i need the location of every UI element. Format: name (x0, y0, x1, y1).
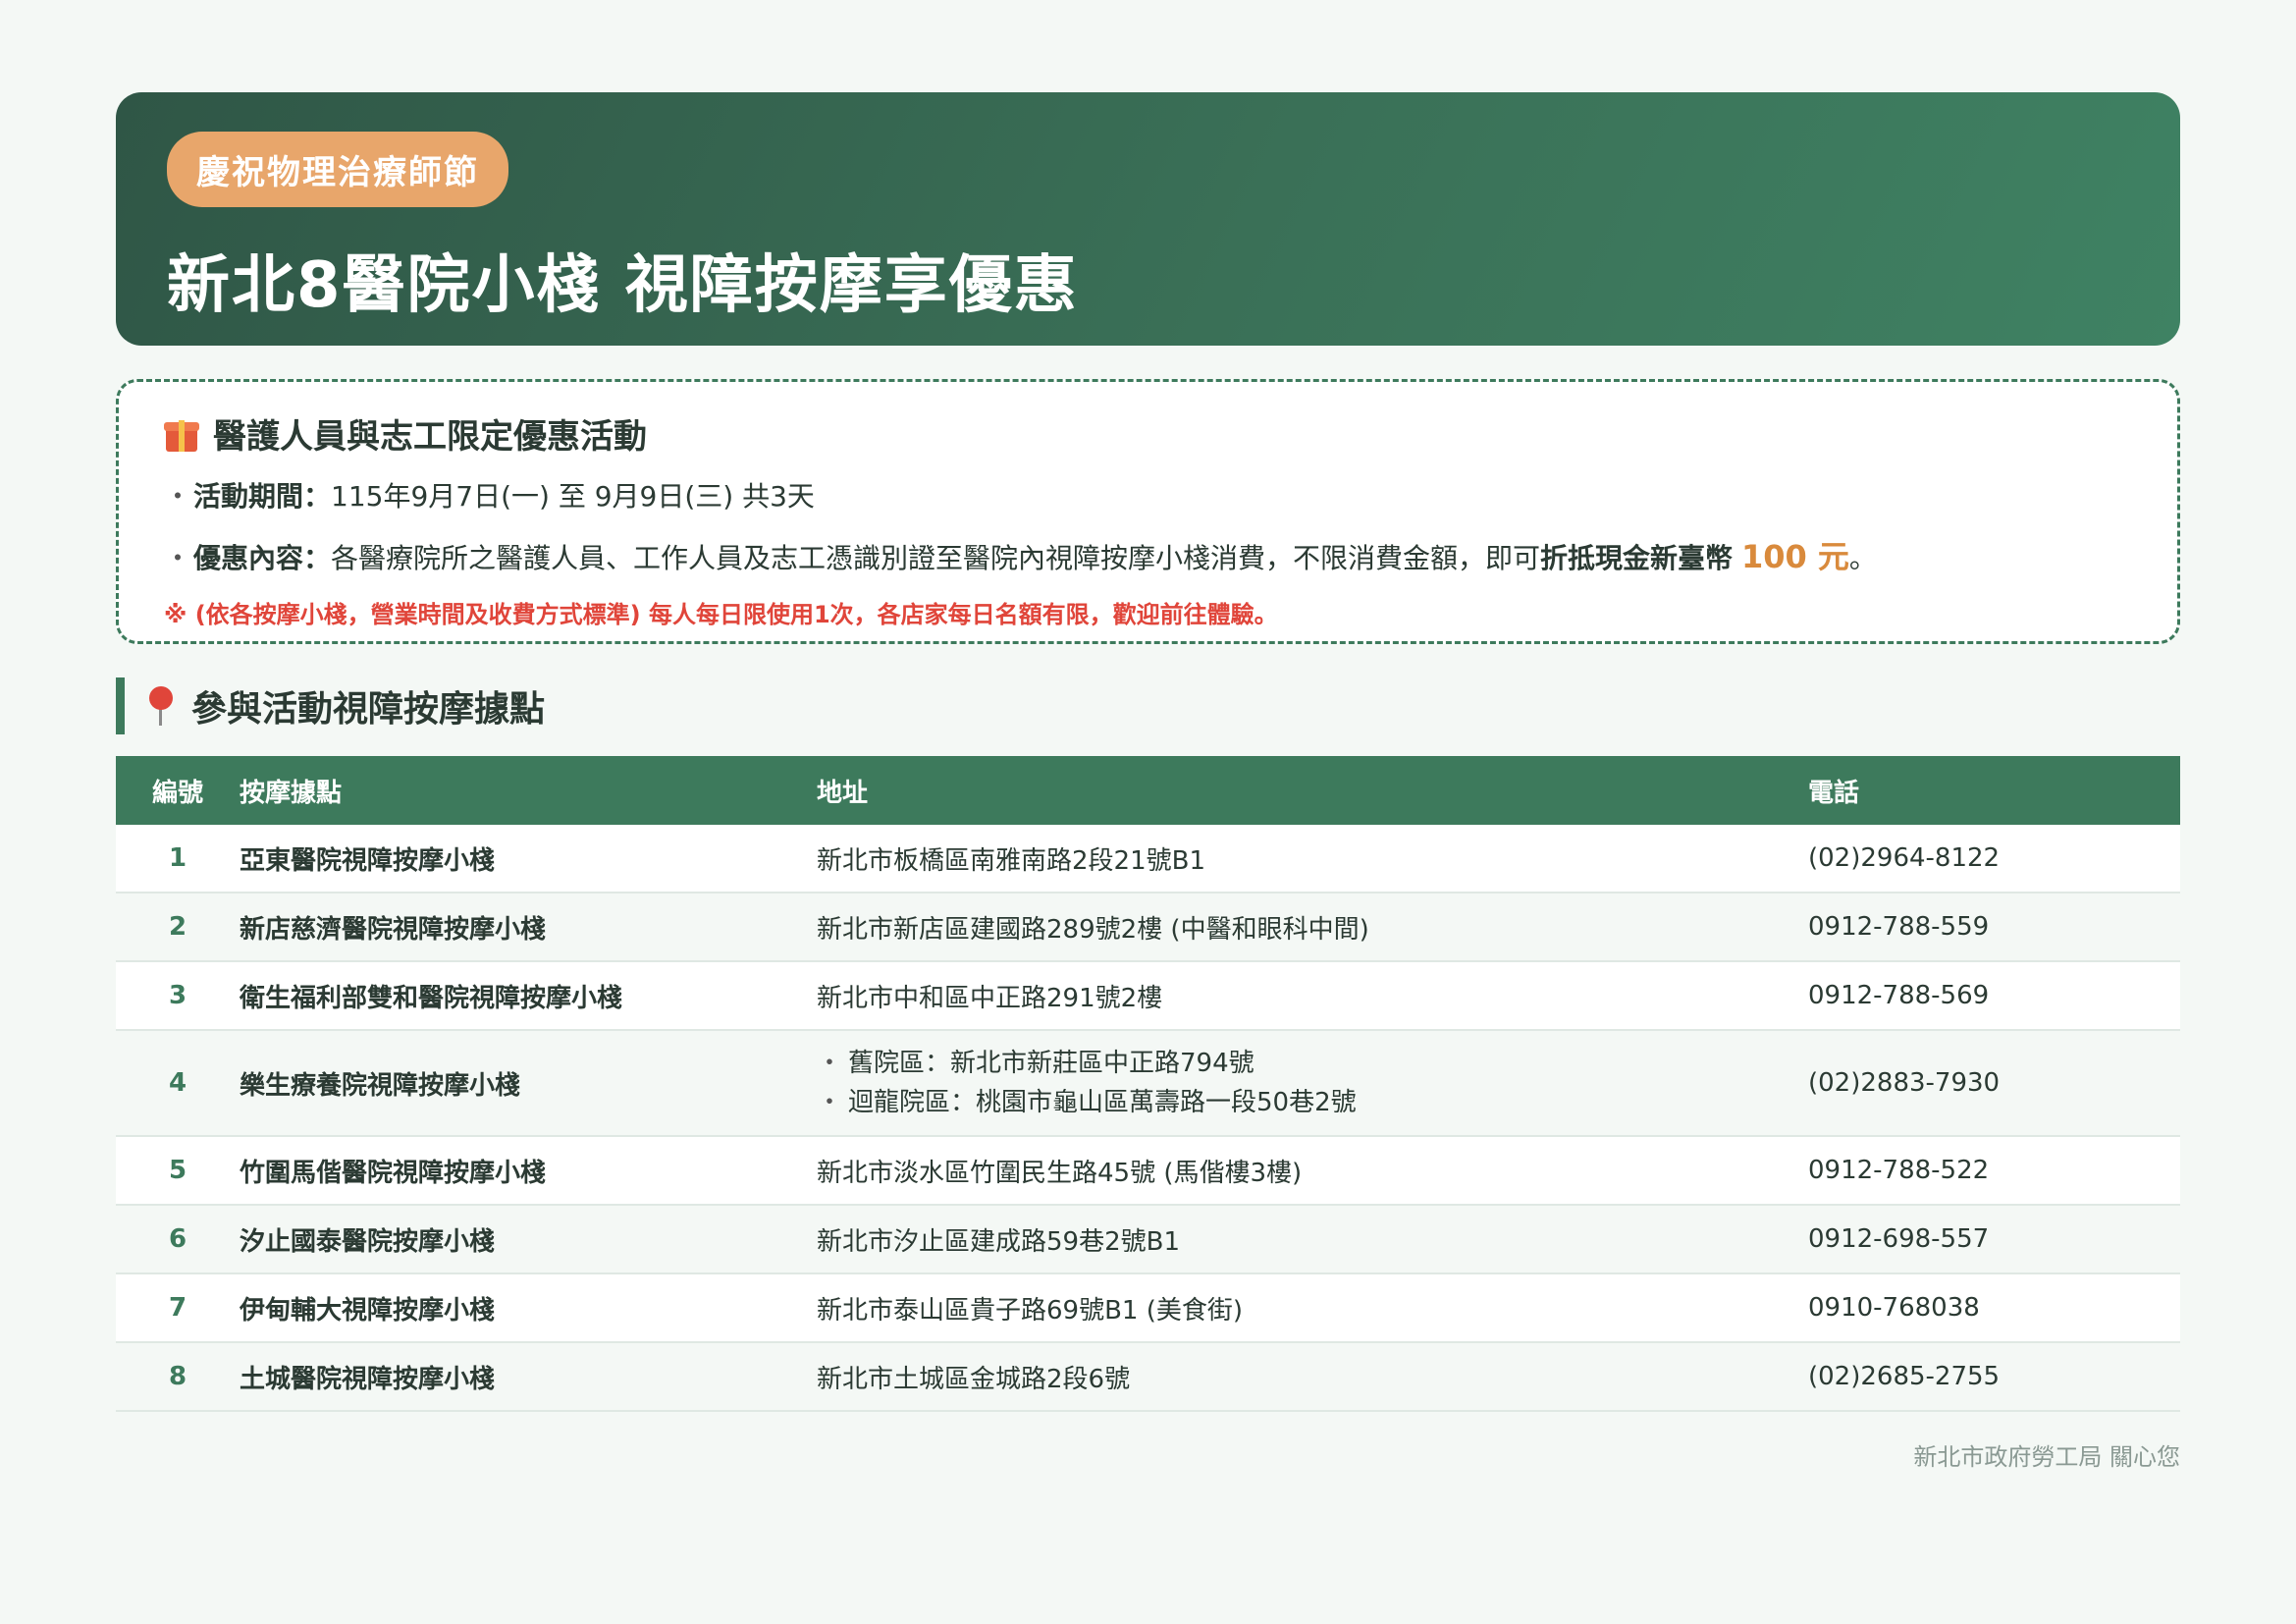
row-no: 5 (168, 1156, 187, 1185)
address-item: ・迴龍院區：桃園市龜山區萬壽路一段50巷2號 (817, 1083, 1808, 1122)
row-phone: (02)2883-7930 (1808, 1068, 2001, 1098)
bullet: ・ (164, 480, 192, 513)
table-header-row: 編號 按摩據點 地址 電話 (116, 756, 2180, 825)
row-address: 新北市土城區金城路2段6號 (817, 1364, 1131, 1394)
table-row: 3 衛生福利部雙和醫院視障按摩小棧 新北市中和區中正路291號2樓 0912-7… (116, 961, 2180, 1030)
locations-table: 編號 按摩據點 地址 電話 1 亞東醫院視障按摩小棧 新北市板橋區南雅南路2段2… (116, 756, 2180, 1412)
content-label: 優惠內容： (193, 542, 332, 574)
row-name: 竹圍馬偕醫院視障按摩小棧 (240, 1158, 547, 1188)
table-row: 4 樂生療養院視障按摩小棧 ・舊院區：新北市新莊區中正路794號 ・迴龍院區：桃… (116, 1030, 2180, 1136)
bullet: ・ (817, 1049, 843, 1078)
row-no: 4 (168, 1068, 187, 1098)
row-no: 8 (168, 1362, 187, 1391)
table-row: 5 竹圍馬偕醫院視障按摩小棧 新北市淡水區竹圍民生路45號 (馬偕樓3樓) 09… (116, 1136, 2180, 1205)
flyer-page: 慶祝物理治療師節 新北8醫院小棧 視障按摩享優惠 醫護人員與志工限定優惠活動 ・… (116, 92, 2180, 1472)
row-name: 亞東醫院視障按摩小棧 (240, 845, 496, 876)
row-address: 新北市汐止區建成路59巷2號B1 (817, 1226, 1181, 1257)
address-huilong-campus: 迴龍院區：桃園市龜山區萬壽路一段50巷2號 (848, 1088, 1357, 1117)
content-end: 。 (1848, 542, 1877, 574)
promo-title: 醫護人員與志工限定優惠活動 (164, 409, 2132, 458)
address-item: ・舊院區：新北市新莊區中正路794號 (817, 1044, 1808, 1083)
table-row: 2 新店慈濟醫院視障按摩小棧 新北市新店區建國路289號2樓 (中醫和眼科中間)… (116, 893, 2180, 961)
header-no: 編號 (151, 778, 203, 808)
table-row: 8 土城醫院視障按摩小棧 新北市土城區金城路2段6號 (02)2685-2755 (116, 1342, 2180, 1411)
section-heading: 參與活動視障按摩據點 (116, 677, 2180, 734)
row-no: 3 (168, 981, 187, 1010)
header-banner: 慶祝物理治療師節 新北8醫院小棧 視障按摩享優惠 (116, 92, 2180, 346)
location-pin-icon (148, 686, 174, 726)
table-row: 7 伊甸輔大視障按摩小棧 新北市泰山區貴子路69號B1 (美食街) 0910-7… (116, 1273, 2180, 1342)
header-name: 按摩據點 (240, 778, 343, 808)
promo-box: 醫護人員與志工限定優惠活動 ・活動期間：115年9月7日(一) 至 9月9日(三… (116, 379, 2180, 644)
row-name: 樂生療養院視障按摩小棧 (240, 1070, 521, 1101)
promo-note: ※ (依各按摩小棧，營業時間及收費方式標準) 每人每日限使用1次，各店家每日名額… (164, 601, 1278, 628)
header-phone: 電話 (1808, 778, 1860, 808)
row-no: 7 (168, 1293, 187, 1323)
row-phone: (02)2685-2755 (1808, 1362, 2001, 1391)
period-value: 115年9月7日(一) 至 9月9日(三) 共3天 (331, 480, 815, 513)
row-phone: (02)2964-8122 (1808, 843, 2001, 873)
row-name: 衛生福利部雙和醫院視障按摩小棧 (240, 983, 623, 1013)
promo-title-text: 醫護人員與志工限定優惠活動 (213, 417, 647, 457)
row-no: 2 (168, 912, 187, 942)
row-no: 6 (168, 1224, 187, 1254)
section-title: 參與活動視障按摩據點 (191, 689, 546, 730)
row-address: 新北市中和區中正路291號2樓 (817, 983, 1163, 1013)
row-address: ・舊院區：新北市新莊區中正路794號 ・迴龍院區：桃園市龜山區萬壽路一段50巷2… (817, 1030, 1808, 1136)
row-phone: 0912-698-557 (1808, 1224, 1990, 1254)
promo-content: ・優惠內容：各醫療院所之醫護人員、工作人員及志工憑識別證至醫院內視障按摩小棧消費… (164, 532, 2132, 577)
row-address: 新北市板橋區南雅南路2段21號B1 (817, 845, 1206, 876)
page-title: 新北8醫院小棧 視障按摩享優惠 (167, 249, 1079, 322)
table-row: 6 汐止國泰醫院按摩小棧 新北市汐止區建成路59巷2號B1 0912-698-5… (116, 1205, 2180, 1273)
row-phone: 0912-788-522 (1808, 1156, 1990, 1185)
row-address: 新北市新店區建國路289號2樓 (中醫和眼科中間) (817, 914, 1369, 945)
gift-icon (164, 416, 199, 452)
event-tag: 慶祝物理治療師節 (167, 132, 508, 207)
table-row: 1 亞東醫院視障按摩小棧 新北市板橋區南雅南路2段21號B1 (02)2964-… (116, 825, 2180, 893)
content-bold: 折抵現金新臺幣 (1540, 542, 1734, 574)
row-name: 汐止國泰醫院按摩小棧 (240, 1226, 496, 1257)
row-address: 新北市淡水區竹圍民生路45號 (馬偕樓3樓) (817, 1158, 1303, 1188)
row-phone: 0910-768038 (1808, 1293, 1980, 1323)
row-name: 土城醫院視障按摩小棧 (240, 1364, 496, 1394)
discount-amount: 100 元 (1740, 538, 1849, 575)
bullet: ・ (164, 542, 192, 574)
address-old-campus: 舊院區：新北市新莊區中正路794號 (848, 1049, 1255, 1078)
header-address: 地址 (817, 778, 869, 808)
row-phone: 0912-788-559 (1808, 912, 1990, 942)
row-address: 新北市泰山區貴子路69號B1 (美食街) (817, 1295, 1244, 1326)
footer-credit: 新北市政府勞工局 關心您 (1913, 1443, 2180, 1471)
row-no: 1 (168, 843, 187, 873)
content-text: 各醫療院所之醫護人員、工作人員及志工憑識別證至醫院內視障按摩小棧消費，不限消費金… (331, 542, 1541, 574)
period-label: 活動期間： (193, 480, 332, 513)
bullet: ・ (817, 1088, 843, 1117)
row-name: 新店慈濟醫院視障按摩小棧 (240, 914, 547, 945)
promo-period: ・活動期間：115年9月7日(一) 至 9月9日(三) 共3天 (164, 475, 2132, 514)
row-name: 伊甸輔大視障按摩小棧 (240, 1295, 496, 1326)
row-phone: 0912-788-569 (1808, 981, 1990, 1010)
